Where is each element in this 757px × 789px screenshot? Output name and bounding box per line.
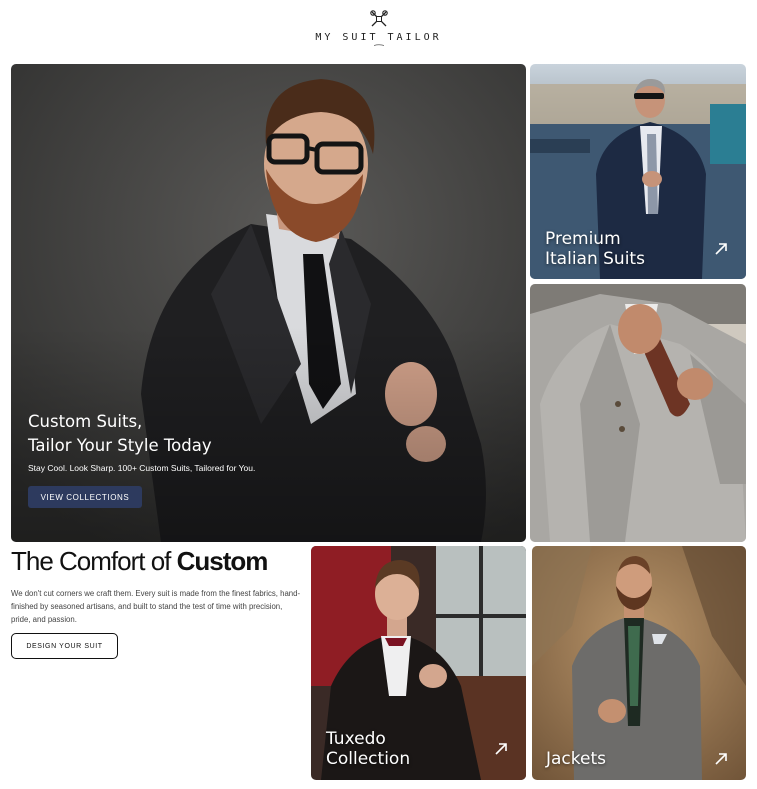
hero-title: Custom Suits, Tailor Your Style Today [28,410,212,458]
arrow-up-right-icon[interactable] [714,242,728,256]
scissors-logo-icon [369,10,388,27]
collection-card-premium-italian-suits[interactable]: Premium Italian Suits [530,64,746,279]
view-collections-button[interactable]: VIEW COLLECTIONS [28,486,142,508]
jackets-title-line1: Jackets [546,749,606,769]
grey-suit-photo [530,284,746,542]
tuxedo-card-title: Tuxedo Collection [326,729,410,769]
hero-title-line1: Custom Suits, [28,412,143,431]
comfort-heading: The Comfort of Custom [11,546,269,577]
jackets-photo [532,546,746,780]
design-your-suit-button[interactable]: DESIGN YOUR SUIT [11,633,118,659]
comfort-heading-bold: Custom [176,546,269,576]
brand-name: MY SUIT TAILOR [315,32,442,43]
tuxedo-title-line1: Tuxedo [326,729,386,749]
comfort-description: We don't cut corners we craft them. Ever… [11,589,301,624]
logo-underline-icon [373,44,384,46]
premium-title-line2: Italian Suits [545,249,645,269]
premium-title-line1: Premium [545,229,621,249]
hero-banner: Custom Suits, Tailor Your Style Today St… [11,64,526,542]
hero-title-line2: Tailor Your Style Today [28,436,212,455]
grey-suit-feature-card [530,284,746,542]
collection-card-tuxedo[interactable]: Tuxedo Collection [311,546,526,780]
hero-subtitle: Stay Cool. Look Sharp. 100+ Custom Suits… [28,463,256,473]
jackets-card-title: Jackets [546,749,606,769]
premium-card-title: Premium Italian Suits [545,229,645,269]
tuxedo-title-line2: Collection [326,749,411,769]
collection-card-jackets[interactable]: Jackets [532,546,746,780]
comfort-heading-light: The Comfort of [11,546,177,576]
arrow-up-right-icon[interactable] [714,752,728,766]
arrow-up-right-icon[interactable] [494,742,508,756]
brand-logo[interactable]: MY SUIT TAILOR [0,8,757,54]
